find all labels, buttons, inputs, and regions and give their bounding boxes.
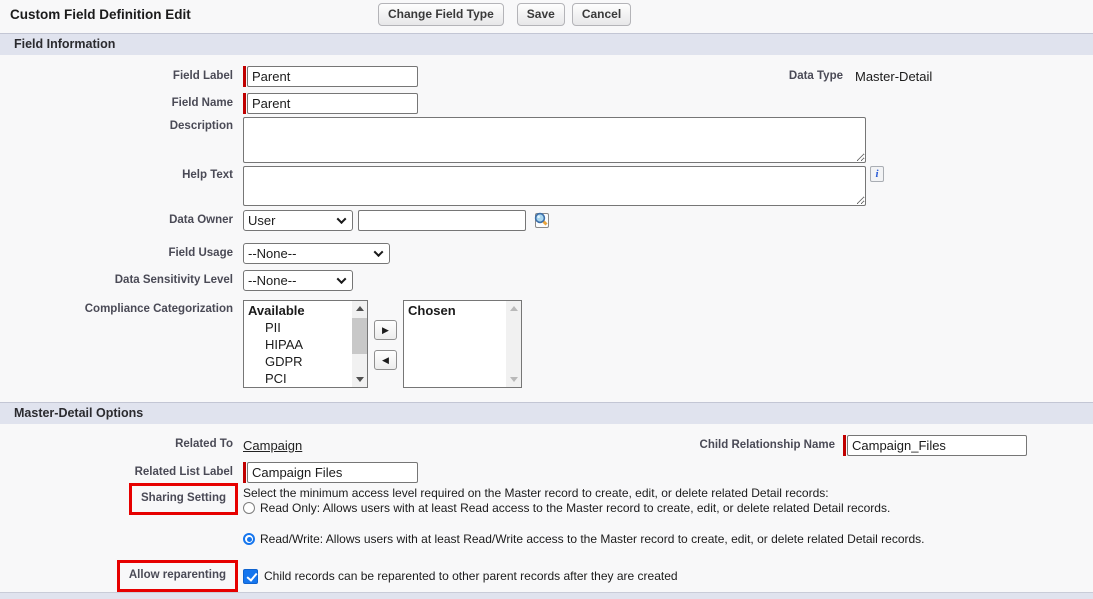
chosen-scrollbar bbox=[506, 301, 521, 387]
scrollbar-thumb[interactable] bbox=[352, 318, 367, 354]
section-header-master-detail-options: Master-Detail Options bbox=[0, 402, 1093, 424]
related-list-label-label: Related List Label bbox=[0, 462, 243, 479]
list-item[interactable]: GDPR bbox=[248, 353, 352, 370]
chevron-down-icon bbox=[374, 247, 384, 257]
lookup-magnifier-icon[interactable] bbox=[532, 211, 551, 234]
required-bar bbox=[843, 435, 846, 456]
child-relationship-name-input[interactable] bbox=[847, 435, 1027, 456]
read-write-radio[interactable] bbox=[243, 533, 255, 545]
data-type-label: Data Type bbox=[620, 66, 843, 83]
custom-field-definition-edit-page: Custom Field Definition Edit Change Fiel… bbox=[0, 0, 1093, 599]
related-to-label: Related To bbox=[0, 435, 243, 451]
help-text-label: Help Text bbox=[0, 166, 243, 182]
sharing-setting-description: Select the minimum access level required… bbox=[243, 486, 925, 501]
child-relationship-name-label: Child Relationship Name bbox=[620, 435, 835, 452]
master-detail-options-form: Related To Campaign Child Relationship N… bbox=[0, 424, 1093, 592]
move-right-button[interactable]: ▶ bbox=[374, 320, 397, 340]
data-sensitivity-level-value: --None-- bbox=[248, 273, 296, 288]
data-owner-label: Data Owner bbox=[0, 210, 243, 227]
field-name-label: Field Name bbox=[0, 93, 243, 110]
data-owner-type-value: User bbox=[248, 213, 275, 228]
data-type-value: Master-Detail bbox=[855, 66, 932, 84]
chosen-listbox[interactable]: Chosen bbox=[403, 300, 522, 388]
sharing-setting-label-annotated: Sharing Setting bbox=[129, 483, 238, 515]
next-section-header-partial bbox=[0, 592, 1093, 599]
data-owner-search-input[interactable] bbox=[358, 210, 526, 231]
page-title: Custom Field Definition Edit bbox=[10, 7, 191, 22]
field-label-label: Field Label bbox=[0, 66, 243, 83]
cancel-button[interactable]: Cancel bbox=[572, 3, 631, 26]
sharing-setting-options: Select the minimum access level required… bbox=[243, 483, 925, 547]
related-to-link[interactable]: Campaign bbox=[243, 435, 302, 453]
list-item[interactable]: PCI bbox=[248, 370, 352, 387]
field-usage-label: Field Usage bbox=[0, 243, 243, 260]
related-list-label-input[interactable] bbox=[247, 462, 418, 483]
chevron-down-icon bbox=[337, 274, 347, 284]
move-left-button[interactable]: ◀ bbox=[374, 350, 397, 370]
info-icon[interactable]: i bbox=[870, 166, 884, 182]
header-button-group: Change Field Type Save Cancel bbox=[378, 3, 631, 26]
title-bar: Custom Field Definition Edit Change Fiel… bbox=[0, 0, 1093, 28]
chevron-down-icon bbox=[337, 214, 347, 224]
required-bar bbox=[243, 66, 246, 87]
available-listbox[interactable]: Available PII HIPAA GDPR PCI bbox=[243, 300, 368, 388]
scroll-down-icon[interactable] bbox=[352, 372, 367, 387]
duelist-move-buttons: ▶ ◀ bbox=[368, 300, 403, 370]
compliance-duelist: Available PII HIPAA GDPR PCI ▶ ◀ bbox=[243, 300, 522, 388]
description-label: Description bbox=[0, 117, 243, 133]
read-write-radio-label: Read/Write: Allows users with at least R… bbox=[260, 532, 925, 547]
list-item[interactable]: PII bbox=[248, 319, 352, 336]
save-button[interactable]: Save bbox=[517, 3, 565, 26]
allow-reparenting-label-annotated: Allow reparenting bbox=[117, 560, 238, 592]
field-usage-select[interactable]: --None-- bbox=[243, 243, 390, 264]
data-sensitivity-level-label: Data Sensitivity Level bbox=[0, 270, 243, 287]
compliance-categorization-label: Compliance Categorization bbox=[0, 300, 243, 316]
field-usage-value: --None-- bbox=[248, 246, 296, 261]
scroll-up-icon[interactable] bbox=[352, 301, 367, 316]
required-bar bbox=[243, 93, 246, 114]
available-header: Available bbox=[248, 302, 352, 319]
field-information-form: Field Label Data Type Master-Detail Fiel… bbox=[0, 55, 1093, 402]
read-only-radio[interactable] bbox=[243, 502, 255, 514]
list-item[interactable]: HIPAA bbox=[248, 336, 352, 353]
allow-reparenting-checkbox[interactable] bbox=[243, 569, 258, 584]
description-textarea[interactable] bbox=[243, 117, 866, 163]
required-bar bbox=[243, 462, 246, 483]
change-field-type-button[interactable]: Change Field Type bbox=[378, 3, 504, 26]
chosen-header: Chosen bbox=[408, 302, 506, 319]
available-scrollbar[interactable] bbox=[352, 301, 367, 387]
section-header-field-information: Field Information bbox=[0, 33, 1093, 55]
read-only-radio-label: Read Only: Allows users with at least Re… bbox=[260, 501, 890, 516]
help-text-textarea[interactable] bbox=[243, 166, 866, 206]
field-name-input[interactable] bbox=[247, 93, 418, 114]
field-label-input[interactable] bbox=[247, 66, 418, 87]
allow-reparenting-checkbox-label: Child records can be reparented to other… bbox=[264, 569, 678, 583]
data-owner-type-select[interactable]: User bbox=[243, 210, 353, 231]
scroll-up-icon bbox=[506, 301, 521, 316]
scroll-down-icon bbox=[506, 372, 521, 387]
data-sensitivity-level-select[interactable]: --None-- bbox=[243, 270, 353, 291]
